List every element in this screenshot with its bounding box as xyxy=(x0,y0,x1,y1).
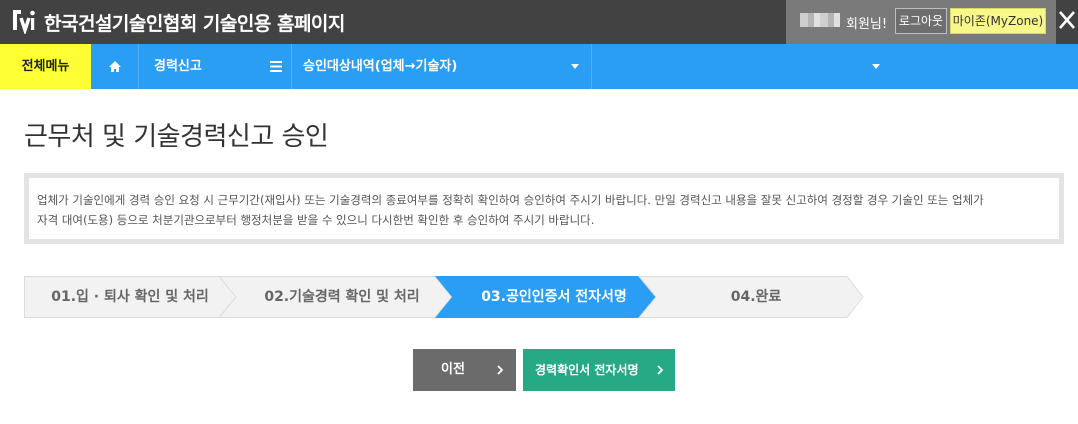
user-name-masked xyxy=(800,13,840,27)
page-title: 근무처 및 기술경력신고 승인 xyxy=(24,122,329,152)
step-1: 01.입 · 퇴사 확인 및 처리 xyxy=(51,289,209,305)
notice-box: 업체가 기술인에게 경력 승인 요청 시 근무기간(재입사) 또는 기술경력의 … xyxy=(24,173,1064,244)
step-3-active: 03.공인인증서 전자서명 xyxy=(481,289,627,305)
all-menu-button[interactable]: 전체메뉴 xyxy=(0,44,91,89)
notice-line-1: 업체가 기술인에게 경력 승인 요청 시 근무기간(재입사) 또는 기술경력의 … xyxy=(37,193,984,207)
close-button[interactable] xyxy=(1056,0,1078,44)
nav-second-dropdown[interactable] xyxy=(592,44,888,89)
prev-button[interactable]: 이전 xyxy=(413,349,516,391)
nav-career-label: 경력신고 xyxy=(154,59,202,74)
sign-button-label: 경력확인서 전자서명 xyxy=(535,363,639,377)
step-progress: 01.입 · 퇴사 확인 및 처리 02.기술경력 확인 및 처리 03.공인인… xyxy=(24,276,864,318)
site-title[interactable]: 한국건설기술인협회 기술인용 홈페이지 xyxy=(44,9,345,36)
prev-button-label: 이전 xyxy=(441,362,465,377)
home-button[interactable] xyxy=(91,44,139,89)
chevron-down-icon xyxy=(571,64,579,69)
career-certificate-sign-button[interactable]: 경력확인서 전자서명 xyxy=(523,349,675,391)
user-greeting: 회원님! xyxy=(846,17,888,32)
hamburger-menu-icon xyxy=(270,61,282,72)
notice-text: 업체가 기술인에게 경력 승인 요청 시 근무기간(재입사) 또는 기술경력의 … xyxy=(29,178,1059,239)
chevron-right-icon xyxy=(657,365,664,375)
step-4: 04.완료 xyxy=(730,289,782,305)
logout-button[interactable]: 로그아웃 xyxy=(895,8,947,34)
myzone-button[interactable]: 마이존(MyZone) xyxy=(950,8,1046,34)
kocea-logo-icon[interactable] xyxy=(12,8,36,34)
top-header: 한국건설기술인협회 기술인용 홈페이지 회원님! 로그아웃 마이존(MyZone… xyxy=(0,0,1078,44)
notice-line-2: 자격 대여(도용) 등으로 처분기관으로부터 행정처분을 받을 수 있으니 다시… xyxy=(37,213,595,227)
user-box: 회원님! 로그아웃 마이존(MyZone) xyxy=(786,0,1056,44)
nav-bar: 전체메뉴 경력신고 승인대상내역(업체→기술자) xyxy=(0,44,1078,89)
nav-approval-label: 승인대상내역(업체→기술자) xyxy=(303,59,458,74)
nav-career-dropdown[interactable]: 경력신고 xyxy=(139,44,292,89)
chevron-down-icon xyxy=(872,64,880,69)
home-icon xyxy=(109,61,121,72)
nav-approval-dropdown[interactable]: 승인대상내역(업체→기술자) xyxy=(292,44,592,89)
chevron-right-icon xyxy=(497,365,504,375)
close-icon xyxy=(1059,11,1075,29)
step-2: 02.기술경력 확인 및 처리 xyxy=(264,289,420,305)
